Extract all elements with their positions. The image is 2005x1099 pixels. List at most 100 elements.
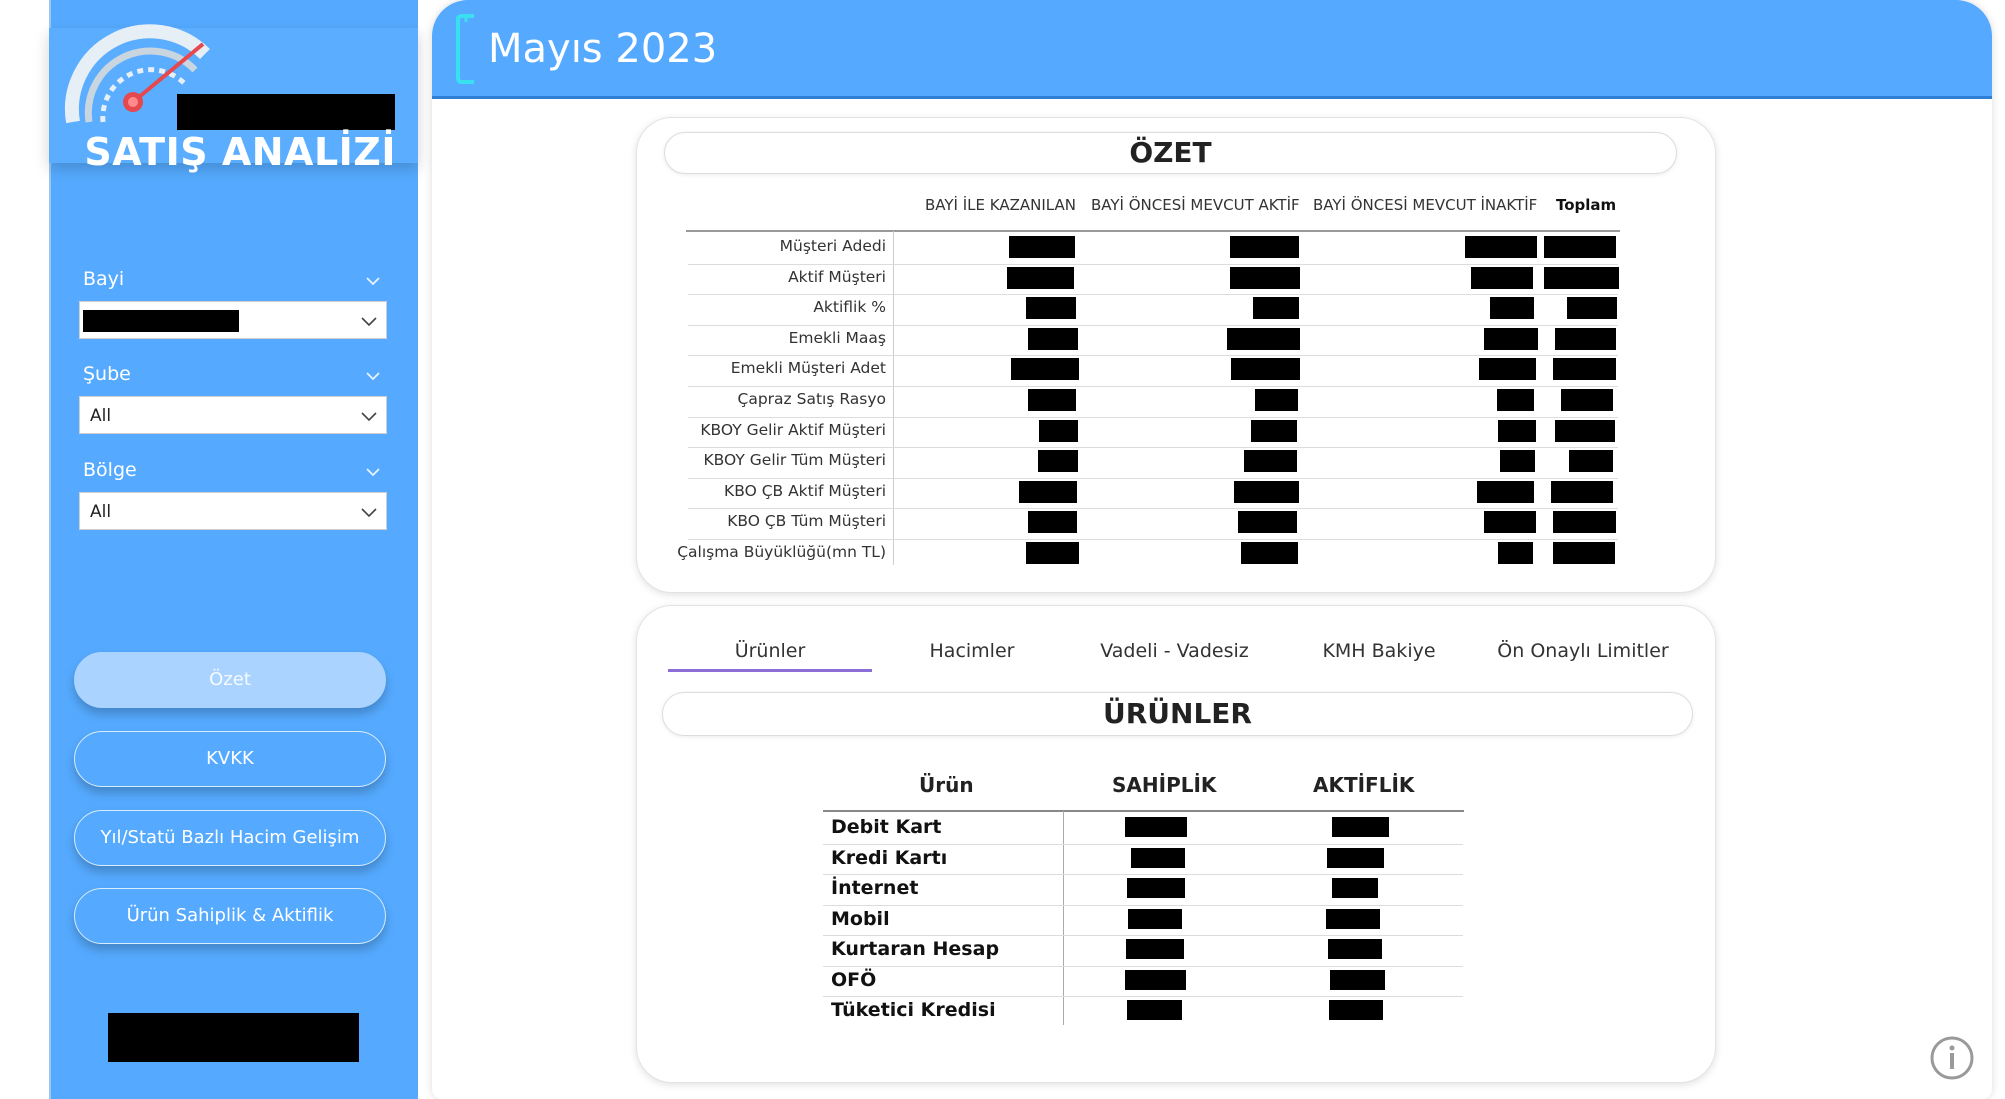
redacted-cell-bayi-ile-kazanilan [1039, 419, 1078, 442]
redacted-cell-toplam [1561, 389, 1613, 411]
row-label: Aktiflik % [813, 298, 886, 317]
col-header-bayi-ile-kazanilan: BAYİ İLE KAZANILAN [925, 196, 1076, 214]
nav-button-ozet[interactable]: Özet [74, 652, 386, 708]
redacted-cell-mevcut-inaktif [1484, 327, 1538, 350]
redacted-cell-bayi-ile-kazanilan [1038, 450, 1078, 473]
row-divider [823, 874, 1463, 875]
redacted-cell-mevcut-inaktif [1479, 358, 1536, 381]
chevron-down-icon[interactable] [364, 367, 382, 385]
redacted-cell-bayi-ile-kazanilan [1028, 327, 1078, 350]
redacted-cell-aktiflik [1332, 817, 1389, 837]
redacted-cell-bayi-ile-kazanilan [1019, 480, 1077, 503]
redacted-cell-sahiplik [1127, 878, 1185, 898]
filter-label-bolge: Bölge [83, 459, 137, 481]
row-divider [688, 324, 1618, 326]
row-divider [688, 263, 1618, 265]
redacted-cell-sahiplik [1127, 1000, 1182, 1020]
redacted-cell-mevcut-inaktif [1498, 542, 1533, 564]
row-divider [823, 935, 1463, 936]
redacted-cell-bayi-ile-kazanilan [1007, 266, 1074, 289]
redacted-cell-mevcut-inaktif [1477, 480, 1534, 503]
row-divider [823, 965, 1463, 967]
redacted-cell-mevcut-aktif [1227, 327, 1300, 350]
sidebar: SATIŞ ANALİZİ Bayi Şube All Bölge All Öz… [49, 0, 418, 1099]
redacted-cell-mevcut-aktif [1230, 236, 1299, 258]
row-label: Aktif Müşteri [788, 267, 886, 286]
row-label: Çapraz Satış Rasyo [737, 390, 886, 408]
product-label: Debit Kart [831, 816, 942, 838]
redacted-cell-toplam [1551, 480, 1613, 503]
bolge-dropdown-value: All [90, 502, 112, 522]
redacted-cell-mevcut-aktif [1251, 419, 1297, 442]
tab-on-onayli-limitler[interactable]: Ön Onaylı Limitler [1481, 640, 1685, 662]
nav-button-urun-sahiplik[interactable]: Ürün Sahiplik & Aktiflik [74, 888, 386, 944]
nav-button-kvkk[interactable]: KVKK [74, 731, 386, 787]
header-bar: Mayıs 2023 [432, 0, 1992, 99]
col-header-mevcut-inaktif: BAYİ ÖNCESİ MEVCUT İNAKTİF [1313, 196, 1538, 214]
redacted-cell-mevcut-inaktif [1471, 266, 1533, 289]
col-header-urun: Ürün [919, 773, 974, 797]
ozet-header-rule [686, 230, 1620, 232]
row-divider [688, 355, 1618, 357]
redacted-cell-aktiflik [1327, 847, 1384, 868]
redacted-cell-mevcut-inaktif [1497, 389, 1534, 411]
product-label: İnternet [831, 877, 919, 899]
redacted-cell-bayi-ile-kazanilan [1026, 297, 1076, 320]
chevron-down-icon [361, 317, 377, 327]
product-label: Mobil [831, 907, 890, 930]
product-label: OFÖ [831, 968, 877, 991]
row-divider [688, 294, 1618, 296]
redacted-cell-toplam [1553, 511, 1616, 534]
chevron-down-icon[interactable] [364, 272, 382, 290]
redacted-cell-toplam [1567, 297, 1617, 320]
redacted-footer-block [108, 1013, 359, 1062]
row-label: KBOY Gelir Tüm Müşteri [703, 451, 887, 470]
redacted-logo-text [177, 94, 395, 130]
urunler-header-rule [823, 810, 1464, 812]
product-label: Kurtaran Hesap [831, 938, 1000, 960]
row-label: Müşteri Adedi [779, 237, 886, 255]
product-label: Tüketici Kredisi [831, 999, 996, 1021]
tab-kmh-bakiye[interactable]: KMH Bakiye [1277, 640, 1481, 662]
row-divider [823, 843, 1463, 845]
row-label: Çalışma Büyüklüğü(mn TL) [677, 543, 886, 561]
redacted-cell-bayi-ile-kazanilan [1028, 511, 1077, 534]
row-label: KBO ÇB Tüm Müşteri [727, 512, 886, 531]
row-label: Emekli Müşteri Adet [730, 359, 886, 378]
sube-dropdown[interactable]: All [79, 396, 387, 434]
redacted-cell-mevcut-aktif [1241, 542, 1298, 564]
row-divider [823, 996, 1463, 997]
redacted-cell-sahiplik [1128, 908, 1182, 929]
tab-hacimler[interactable]: Hacimler [872, 640, 1072, 662]
row-label: Emekli Maaş [788, 328, 886, 347]
redacted-cell-aktiflik [1328, 939, 1382, 959]
sidebar-edge [49, 0, 51, 1099]
bayi-dropdown[interactable] [79, 301, 387, 339]
redacted-cell-aktiflik [1332, 878, 1378, 898]
row-divider [688, 539, 1618, 540]
redacted-cell-aktiflik [1329, 1000, 1383, 1020]
redacted-cell-mevcut-aktif [1230, 266, 1300, 289]
row-divider [688, 386, 1618, 387]
redacted-cell-mevcut-inaktif [1465, 236, 1537, 258]
chevron-down-icon[interactable] [364, 463, 382, 481]
bolge-dropdown[interactable]: All [79, 492, 387, 530]
redacted-cell-mevcut-aktif [1253, 297, 1299, 320]
info-icon[interactable] [1929, 1035, 1975, 1081]
row-label: KBO ÇB Aktif Müşteri [724, 481, 886, 500]
filter-label-bayi: Bayi [83, 268, 125, 290]
redacted-cell-mevcut-aktif [1231, 358, 1300, 381]
product-label: Kredi Kartı [831, 846, 948, 869]
redacted-bayi-value [83, 310, 239, 332]
page-title: Mayıs 2023 [488, 26, 718, 72]
tab-vadeli-vadesiz[interactable]: Vadeli - Vadesiz [1072, 640, 1277, 662]
tab-urunler[interactable]: Ürünler [668, 640, 872, 662]
row-divider [688, 508, 1618, 510]
redacted-cell-mevcut-aktif [1244, 450, 1297, 473]
redacted-cell-toplam [1555, 419, 1615, 442]
redacted-cell-toplam [1569, 450, 1613, 473]
logo-banner: SATIŞ ANALİZİ [49, 24, 418, 174]
redacted-cell-sahiplik [1125, 817, 1187, 837]
row-divider [823, 904, 1463, 906]
nav-button-hacim-gelisim[interactable]: Yıl/Statü Bazlı Hacim Gelişim [74, 810, 386, 866]
